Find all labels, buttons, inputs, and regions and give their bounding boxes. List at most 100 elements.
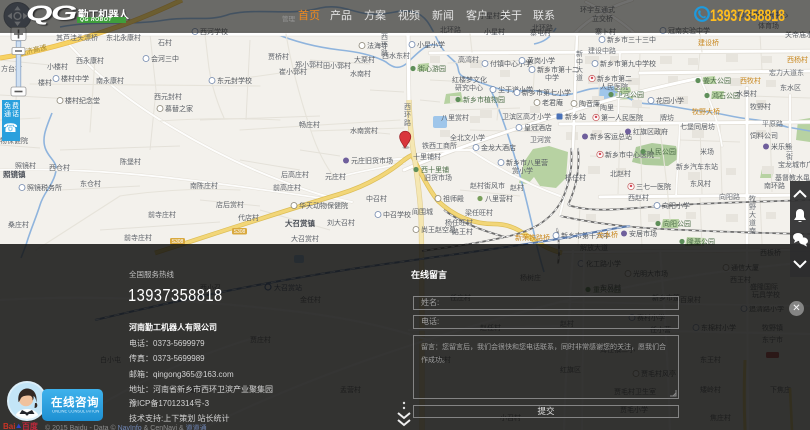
svg-text:会河三中: 会河三中 — [151, 54, 179, 63]
svg-text:付镇中心小学: 付镇中心小学 — [490, 59, 532, 68]
svg-text:新中大道: 新中大道 — [576, 49, 583, 82]
svg-text:西赵村: 西赵村 — [628, 193, 649, 202]
svg-text:新乡市八里营: 新乡市八里营 — [506, 158, 548, 167]
svg-text:老君庵: 老君庵 — [542, 98, 563, 107]
svg-text:三七一医院: 三七一医院 — [636, 182, 671, 191]
svg-text:西永康村: 西永康村 — [76, 56, 104, 65]
svg-text:西环路: 西环路 — [381, 33, 388, 57]
svg-text:崔小郭村: 崔小郭村 — [279, 67, 307, 76]
svg-text:高湾村: 高湾村 — [458, 55, 479, 64]
svg-text:南环路: 南环路 — [764, 181, 785, 190]
svg-text:水南赏村: 水南赏村 — [350, 126, 378, 135]
svg-text:宝龙城市广场: 宝龙城市广场 — [778, 160, 810, 169]
svg-text:牧野村: 牧野村 — [750, 102, 771, 111]
svg-text:楼村中学: 楼村中学 — [61, 74, 89, 83]
svg-text:第一人民医院: 第一人民医院 — [601, 113, 643, 122]
svg-text:姜大公园: 姜大公园 — [703, 76, 731, 85]
svg-text:中召学校: 中召学校 — [383, 210, 411, 219]
svg-text:元庄旧货市场: 元庄旧货市场 — [351, 156, 393, 165]
svg-text:西牧村: 西牧村 — [740, 76, 761, 85]
svg-text:桑庄村: 桑庄村 — [8, 220, 29, 229]
svg-text:米场: 米场 — [700, 147, 714, 156]
svg-text:安居市场: 安居市场 — [629, 229, 657, 238]
svg-text:赏小学: 赏小学 — [512, 166, 533, 175]
svg-text:大召赏镇: 大召赏镇 — [285, 218, 315, 228]
svg-text:八里赏村: 八里赏村 — [441, 113, 469, 122]
svg-text:中召村: 中召村 — [366, 194, 387, 203]
svg-text:牧野大道南: 牧野大道南 — [749, 194, 756, 235]
svg-text:东元封学校: 东元封学校 — [217, 76, 252, 85]
svg-text:前高庄村: 前高庄村 — [273, 183, 301, 192]
svg-text:路王村: 路王村 — [452, 227, 473, 236]
svg-text:十里铺村: 十里铺村 — [413, 152, 441, 161]
svg-text:阎围城: 阎围城 — [412, 207, 433, 216]
svg-text:照镜税务所: 照镜税务所 — [27, 183, 62, 192]
svg-text:后高庄村: 后高庄村 — [281, 170, 309, 179]
svg-text:北赵村: 北赵村 — [610, 169, 631, 178]
svg-text:石村: 石村 — [158, 38, 172, 47]
svg-text:陶音廉: 陶音廉 — [579, 99, 600, 108]
svg-text:金龙大酒店: 金龙大酒店 — [481, 143, 516, 152]
svg-text:陶里: 陶里 — [600, 103, 614, 112]
svg-text:牌坊: 牌坊 — [660, 113, 674, 122]
svg-text:楼村纪念堂: 楼村纪念堂 — [65, 96, 100, 105]
svg-text:大召赏村: 大召赏村 — [291, 234, 319, 243]
svg-text:人民医院: 人民医院 — [600, 82, 628, 91]
svg-text:红旗区政府: 红旗区政府 — [633, 127, 668, 136]
svg-text:全北文小学: 全北文小学 — [450, 133, 485, 142]
svg-text:饲料公司: 饲料公司 — [750, 131, 778, 140]
svg-text:东风村: 东风村 — [690, 179, 711, 188]
svg-text:东水区: 东水区 — [780, 83, 801, 92]
svg-text:新乡市植物园: 新乡市植物园 — [463, 95, 505, 104]
svg-text:南陈庄村: 南陈庄村 — [190, 181, 218, 190]
svg-text:栎任村: 栎任村 — [565, 173, 586, 182]
svg-text:旧货市场: 旧货市场 — [424, 173, 452, 182]
svg-text:向阳路: 向阳路 — [719, 192, 740, 201]
svg-text:前寺庄村: 前寺庄村 — [124, 233, 152, 242]
svg-text:祖师殿: 祖师殿 — [443, 194, 464, 203]
svg-text:新乡站: 新乡站 — [565, 112, 586, 121]
svg-text:田小郭村: 田小郭村 — [323, 61, 351, 70]
svg-text:卫河公园: 卫河公园 — [616, 91, 644, 99]
svg-text:南永康村: 南永康村 — [96, 76, 124, 85]
svg-text:新乡市三十三中: 新乡市三十三中 — [607, 35, 656, 44]
svg-text:东北永康村: 东北永康村 — [106, 33, 141, 42]
svg-text:水景村: 水景村 — [736, 89, 757, 98]
svg-text:新乡市第十二: 新乡市第十二 — [537, 65, 579, 74]
svg-text:杨任旺村: 杨任旺村 — [445, 218, 473, 227]
svg-text:郑小郭村: 郑小郭村 — [295, 60, 323, 69]
svg-text:西仓村: 西仓村 — [49, 163, 70, 172]
svg-text:新乡市第七小学: 新乡市第七小学 — [522, 88, 571, 97]
svg-text:卫滨区高才小学: 卫滨区高才小学 — [502, 112, 551, 121]
svg-text:大栗村: 大栗村 — [354, 55, 375, 64]
svg-text:花园小学: 花园小学 — [656, 96, 684, 105]
svg-text:西元封村: 西元封村 — [154, 92, 182, 101]
svg-text:向阳小学: 向阳小学 — [662, 201, 690, 210]
svg-text:华天动物保健院: 华天动物保健院 — [299, 201, 348, 210]
svg-text:小楼村: 小楼村 — [47, 62, 68, 71]
svg-text:陈堡村: 陈堡村 — [120, 157, 141, 166]
svg-text:中学: 中学 — [545, 73, 559, 82]
svg-text:西十里铺: 西十里铺 — [421, 165, 449, 174]
svg-text:黄岗小学: 黄岗小学 — [527, 56, 555, 65]
svg-text:元庄村: 元庄村 — [325, 172, 346, 181]
svg-text:新乡汽车东站: 新乡汽车东站 — [676, 162, 718, 171]
svg-text:水南村: 水南村 — [350, 69, 371, 78]
svg-text:街心游园: 街心游园 — [418, 64, 446, 73]
svg-text:畅庄村: 畅庄村 — [299, 120, 320, 129]
svg-text:刘大召村: 刘大召村 — [327, 218, 355, 227]
svg-text:牧野大桥: 牧野大桥 — [692, 107, 720, 116]
svg-text:西环路: 西环路 — [404, 103, 411, 127]
svg-text:皇冠酒店: 皇冠酒店 — [524, 123, 552, 132]
svg-text:七堡同居坊: 七堡同居坊 — [680, 122, 715, 131]
svg-text:卫河赏: 卫河赏 — [530, 135, 551, 144]
svg-text:宏力大道东: 宏力大道东 — [769, 68, 804, 77]
svg-text:前寺庄村: 前寺庄村 — [148, 210, 176, 219]
svg-text:人民公园: 人民公园 — [648, 148, 676, 156]
svg-text:建设中路: 建设中路 — [588, 46, 616, 55]
svg-text:照镜村: 照镜村 — [15, 161, 36, 170]
svg-text:S308: S308 — [234, 229, 246, 235]
svg-text:新乡市第九中学校: 新乡市第九中学校 — [600, 59, 656, 68]
svg-text:西杨村: 西杨村 — [787, 55, 808, 64]
svg-text:梁任旺村: 梁任旺村 — [465, 208, 493, 217]
